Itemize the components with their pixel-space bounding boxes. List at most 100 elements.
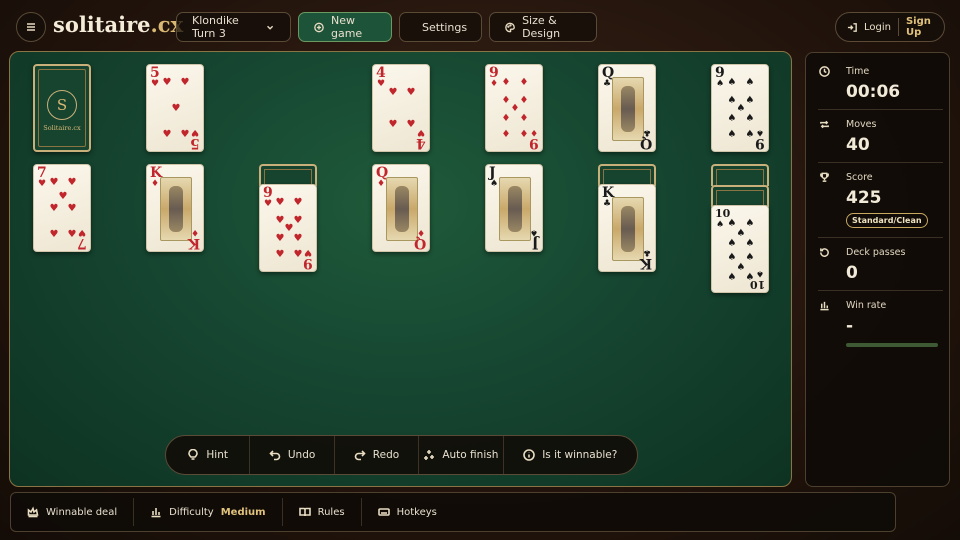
deck-passes-stat: Deck passes 0 (816, 247, 939, 287)
tableau-card[interactable]: K ♣ K ♣ (598, 184, 656, 272)
hamburger-icon (27, 23, 35, 31)
chevron-down-icon (266, 25, 273, 30)
tableau-card[interactable]: 10 ♠ ♠ ♠ ♠ ♠ ♠ ♠ ♠ ♠ ♠ ♠ 10 ♠ (711, 205, 769, 293)
logo-main: solitaire (53, 12, 151, 37)
card-rank: 10 (749, 278, 765, 291)
card-rank: 4 (416, 135, 426, 151)
tableau-card[interactable]: 7 ♥ ♥ ♥ ♥ ♥ ♥ ♥ ♥ 7 ♥ (33, 164, 91, 252)
footer-bar: Winnable deal Difficulty Medium Rules Ho… (10, 492, 896, 532)
pip: ♠ (745, 252, 755, 263)
menu-button[interactable] (16, 12, 46, 42)
stock-brand: Solitaire.cx (43, 124, 81, 132)
tableau-card[interactable]: J ♠ J ♠ (485, 164, 543, 252)
pip: ♥ (58, 191, 68, 202)
foundation-card[interactable]: 4 ♥ ♥ ♥ ♥ ♥ 4 ♥ (372, 64, 430, 152)
jack-face-icon (499, 177, 531, 241)
card-suit: ♠ (529, 227, 538, 237)
pip: ♠ (745, 77, 755, 88)
tableau-card[interactable]: 9 ♥ ♥ ♥ ♥ ♥ ♥ ♥ ♥ ♥ ♥ 9 ♥ (259, 184, 317, 272)
card-rank: 9 (755, 135, 765, 151)
pip: ♥ (293, 197, 303, 208)
action-bar: Hint Undo Redo Auto finish Is it winnabl… (165, 435, 638, 475)
pip: ♥ (388, 119, 398, 130)
plus-circle-icon (314, 22, 324, 32)
info-icon (523, 449, 536, 461)
login-icon (847, 22, 857, 32)
card-suit: ♥ (303, 247, 312, 257)
tableau-card[interactable]: Q ♦ Q ♦ (372, 164, 430, 252)
undo-button[interactable]: Undo (250, 436, 335, 474)
winnable-deal-toggle[interactable]: Winnable deal (11, 498, 135, 526)
foundation-card[interactable]: 9 ♦ ♦ ♦ ♦ ♦ ♦ ♦ ♦ ♦ ♦ 9 ♦ (485, 64, 543, 152)
keyboard-icon (377, 508, 390, 516)
card-rank: J (489, 165, 496, 181)
hotkeys-button[interactable]: Hotkeys (362, 498, 453, 526)
card-rank: 9 (489, 65, 499, 81)
pip: ♦ (519, 113, 529, 124)
face-down-card (598, 164, 656, 186)
settings-button[interactable]: Settings (399, 12, 482, 42)
card-rank: 9 (529, 135, 539, 151)
moves-stat: Moves 40 (816, 119, 939, 159)
card-rank: 9 (715, 65, 725, 81)
king-face-icon (160, 177, 192, 241)
stock-pile[interactable]: S Solitaire.cx (33, 64, 91, 152)
stock-logo: S (47, 90, 77, 120)
site-logo[interactable]: solitaire.cx (53, 12, 183, 37)
card-rank: Q (639, 135, 652, 151)
winnable-check-button[interactable]: Is it winnable? (504, 436, 637, 474)
card-suit: ♥ (190, 127, 199, 137)
card-suit: ♦ (529, 127, 538, 137)
size-design-button[interactable]: Size & Design (489, 12, 597, 42)
signup-button[interactable]: Sign Up (899, 16, 944, 38)
pip: ♠ (727, 77, 737, 88)
new-game-button[interactable]: New game (298, 12, 392, 42)
trophy-icon (820, 172, 829, 182)
rules-button[interactable]: Rules (283, 498, 362, 526)
deck-passes-label: Deck passes (846, 247, 906, 258)
pip: ♠ (727, 272, 737, 283)
lightbulb-icon (188, 449, 199, 460)
card-suit: ♣ (642, 127, 651, 137)
undo-label: Undo (287, 449, 316, 461)
difficulty-select[interactable]: Difficulty Medium (134, 498, 283, 526)
card-rank: J (532, 235, 539, 251)
pip: ♦ (501, 77, 511, 88)
foundation-card[interactable]: 9 ♠ ♠ ♠ ♠ ♠ ♠ ♠ ♠ ♠ ♠ 9 ♠ (711, 64, 769, 152)
king-face-icon (612, 197, 644, 261)
pip: ♠ (727, 129, 737, 140)
card-rank: Q (413, 235, 426, 251)
refresh-icon (820, 248, 829, 257)
variant-select[interactable]: Klondike Turn 3 (176, 12, 291, 42)
login-button[interactable]: Login (836, 18, 899, 36)
pip: ♥ (275, 215, 285, 226)
pip: ♥ (180, 77, 190, 88)
redo-label: Redo (372, 449, 400, 461)
game-table: S Solitaire.cx 5 ♥ ♥ ♥ ♥ ♥ ♥ 5 ♥ 4 ♥ ♥ ♥ ♥ ♥ 4 ♥ 9 ♦… (9, 51, 792, 487)
pip: ♥ (67, 229, 77, 240)
card-rank: 7 (37, 165, 47, 181)
card-suit: ♦ (416, 227, 425, 237)
tableau-card[interactable]: K ♦ K ♦ (146, 164, 204, 252)
card-rank: 4 (376, 65, 386, 81)
card-suit: ♣ (603, 79, 612, 89)
auto-finish-button[interactable]: Auto finish (419, 436, 504, 474)
divider (818, 290, 943, 291)
auto-finish-label: Auto finish (442, 449, 499, 461)
card-suit: ♠ (755, 268, 764, 278)
hint-button[interactable]: Hint (166, 436, 251, 474)
foundation-card[interactable]: Q ♣ Q ♣ (598, 64, 656, 152)
difficulty-label: Difficulty (169, 506, 214, 518)
card-rank: K (187, 235, 200, 251)
waste-card[interactable]: 5 ♥ ♥ ♥ ♥ ♥ ♥ 5 ♥ (146, 64, 204, 152)
pip: ♥ (406, 87, 416, 98)
pip: ♠ (745, 129, 755, 140)
winnable-check-label: Is it winnable? (542, 449, 618, 461)
time-value: 00:06 (846, 82, 901, 102)
win-rate-stat: Win rate - (816, 300, 939, 350)
redo-button[interactable]: Redo (335, 436, 420, 474)
stats-panel: Time 00:06 Moves 40 Score 425 Standard/C… (805, 52, 950, 487)
difficulty-value: Medium (220, 506, 266, 518)
card-suit: ♥ (151, 79, 160, 89)
score-mode-badge[interactable]: Standard/Clean (846, 213, 928, 228)
